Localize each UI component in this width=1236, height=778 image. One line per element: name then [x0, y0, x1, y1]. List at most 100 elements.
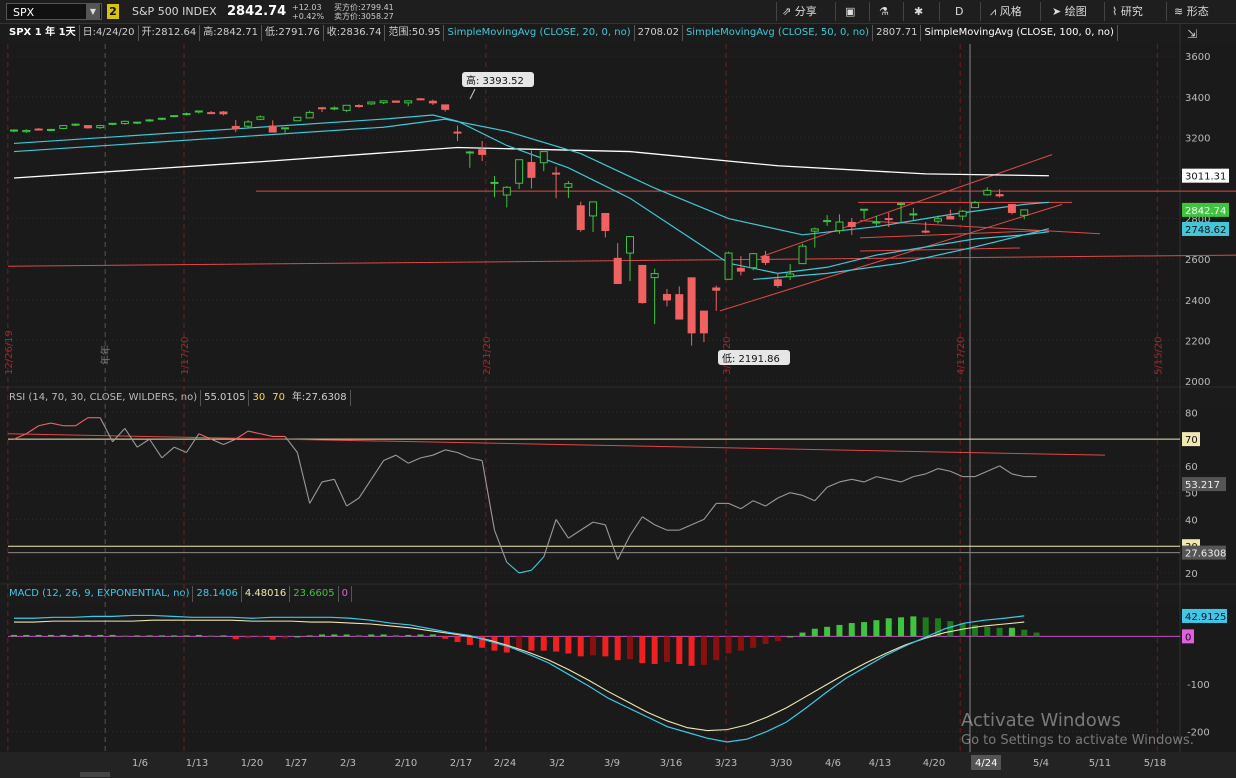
snapshot-button[interactable]: ▣ — [845, 2, 855, 21]
patterns-label: 形态 — [1186, 5, 1209, 18]
candle-body — [83, 125, 92, 129]
share-button[interactable]: ⇗ 分享 — [782, 2, 817, 21]
macd-histogram-bar — [774, 636, 781, 642]
candle-body — [736, 267, 745, 272]
macd-histogram-bar — [725, 636, 732, 654]
sma50-label[interactable]: SimpleMovingAvg (CLOSE, 50, 0, no) — [683, 25, 874, 41]
rsi-segment — [99, 417, 114, 443]
symbol-dropdown-icon[interactable]: ▼ — [86, 4, 100, 19]
link-group-badge[interactable]: 2 — [107, 4, 119, 19]
macd-histogram-bar — [811, 628, 818, 637]
price-axis-badge — [1182, 202, 1229, 217]
watermark-title: Activate Windows — [961, 710, 1121, 731]
expand-icon[interactable]: ⇲ — [1187, 27, 1197, 41]
macd-histogram-bar — [479, 636, 486, 648]
rsi-segment — [149, 438, 163, 459]
candle-body — [761, 255, 770, 263]
candle-body — [823, 220, 832, 223]
bar-date: 日:4/24/20 — [80, 25, 139, 41]
rsi-axis-badge — [1182, 432, 1200, 447]
candle-body — [46, 128, 55, 131]
rsi-segment — [210, 438, 224, 445]
last-price: 2842.74 — [227, 4, 287, 19]
macd-histogram-bar — [861, 622, 868, 637]
sma100-label[interactable]: SimpleMovingAvg (CLOSE, 100, 0, no) — [921, 25, 1118, 41]
x-tick-label: 3/9 — [604, 758, 620, 769]
rsi-segment — [161, 446, 175, 459]
x-tick-label: 2/17 — [450, 758, 472, 769]
rsi-label[interactable]: RSI (14, 70, 30, CLOSE, WILDERS, no) — [6, 390, 202, 406]
rsi-segment — [876, 476, 889, 480]
x-tick-label: 2/24 — [494, 758, 516, 769]
candle-body — [786, 273, 795, 278]
candle-body — [441, 104, 450, 110]
macd-histogram-bar — [922, 617, 929, 637]
rsi-tick-label: 60 — [1185, 462, 1198, 473]
candle-body — [749, 253, 758, 269]
candle-body — [515, 159, 524, 184]
macd-histogram-bar — [898, 617, 905, 637]
macd-histogram-bar — [220, 635, 227, 637]
macd-label[interactable]: MACD (12, 26, 9, EXPONENTIAL, no) — [6, 586, 194, 602]
bid-price: 买方价:2799.41 — [334, 3, 394, 12]
rsi-segment — [260, 433, 273, 437]
price-tick-label: 2600 — [1185, 255, 1210, 266]
rsi-segment — [506, 561, 520, 574]
rsi-segment — [790, 492, 803, 496]
settings-button[interactable]: ✱ — [914, 2, 923, 21]
macd-histogram-bar — [639, 636, 646, 664]
period-button[interactable]: D — [955, 2, 963, 21]
candle-body — [244, 121, 253, 127]
macd-histogram-bar — [577, 636, 584, 657]
flask-button[interactable]: ⚗ — [879, 2, 889, 21]
x-tick-label: 4/6 — [825, 758, 841, 769]
candle-body — [958, 210, 967, 217]
rsi-segment — [851, 478, 865, 483]
candle-body — [231, 125, 240, 129]
price-axis-badge — [1182, 221, 1229, 236]
rsi-segment — [38, 422, 52, 427]
macd-histogram-bar — [232, 636, 239, 640]
rsi-segment — [826, 481, 840, 488]
price-tick-label: 2400 — [1185, 296, 1210, 307]
sma-short-line — [753, 228, 1050, 281]
macd-histogram-bar — [996, 627, 1003, 637]
high-callout: 高: 3393.52 — [462, 72, 534, 87]
macd-histogram-bar — [245, 636, 252, 639]
sma20-label[interactable]: SimpleMovingAvg (CLOSE, 20, 0, no) — [444, 25, 635, 41]
candle-body — [798, 245, 807, 265]
share-label: 分享 — [794, 5, 817, 18]
macd-histogram-bar — [355, 634, 362, 637]
style-marker-icon[interactable]: ! — [12, 45, 24, 57]
x-tick-label: 1/20 — [241, 758, 263, 769]
rsi-segment — [814, 486, 828, 502]
rsi-axis-badge-label: 27.6308 — [1185, 549, 1226, 560]
candle-body — [847, 221, 856, 227]
candle-body — [133, 121, 142, 124]
horizontal-scrollbar[interactable] — [80, 772, 110, 777]
macd-axis-badge-label: 0 — [1185, 632, 1191, 643]
rsi-segment — [333, 479, 348, 507]
drawing-button[interactable]: ➤ 绘图 — [1052, 2, 1087, 21]
chart-canvas: 12/26/19 1/17/20 2/21/20 3/20/20 4/17/20 5/15… — [0, 23, 1236, 778]
high-callout-pointer — [469, 88, 476, 100]
patterns-button[interactable]: ≋ 形态 — [1174, 2, 1209, 21]
rsi-segment — [568, 529, 582, 539]
rsi-segment — [703, 503, 717, 520]
macd-histogram-bar — [553, 636, 560, 652]
macd-histogram-bar — [528, 636, 535, 651]
rsi-segment — [370, 460, 385, 480]
studies-button[interactable]: ⌇ 研究 — [1112, 2, 1143, 21]
candle-body — [921, 230, 930, 233]
candle-body — [909, 213, 918, 216]
candle-body — [465, 151, 474, 154]
ask-price: 卖方价:3058.27 — [334, 12, 394, 21]
candle-body — [576, 205, 585, 231]
candle-body — [662, 293, 671, 301]
rsi-segment — [839, 478, 852, 483]
cursor-icon: ➤ — [1052, 5, 1062, 18]
rsi-segment — [679, 524, 692, 531]
style-button[interactable]: ⩘ 风格 — [990, 2, 1022, 21]
rsi-segment — [555, 519, 569, 539]
rsi-segment — [1011, 473, 1025, 478]
